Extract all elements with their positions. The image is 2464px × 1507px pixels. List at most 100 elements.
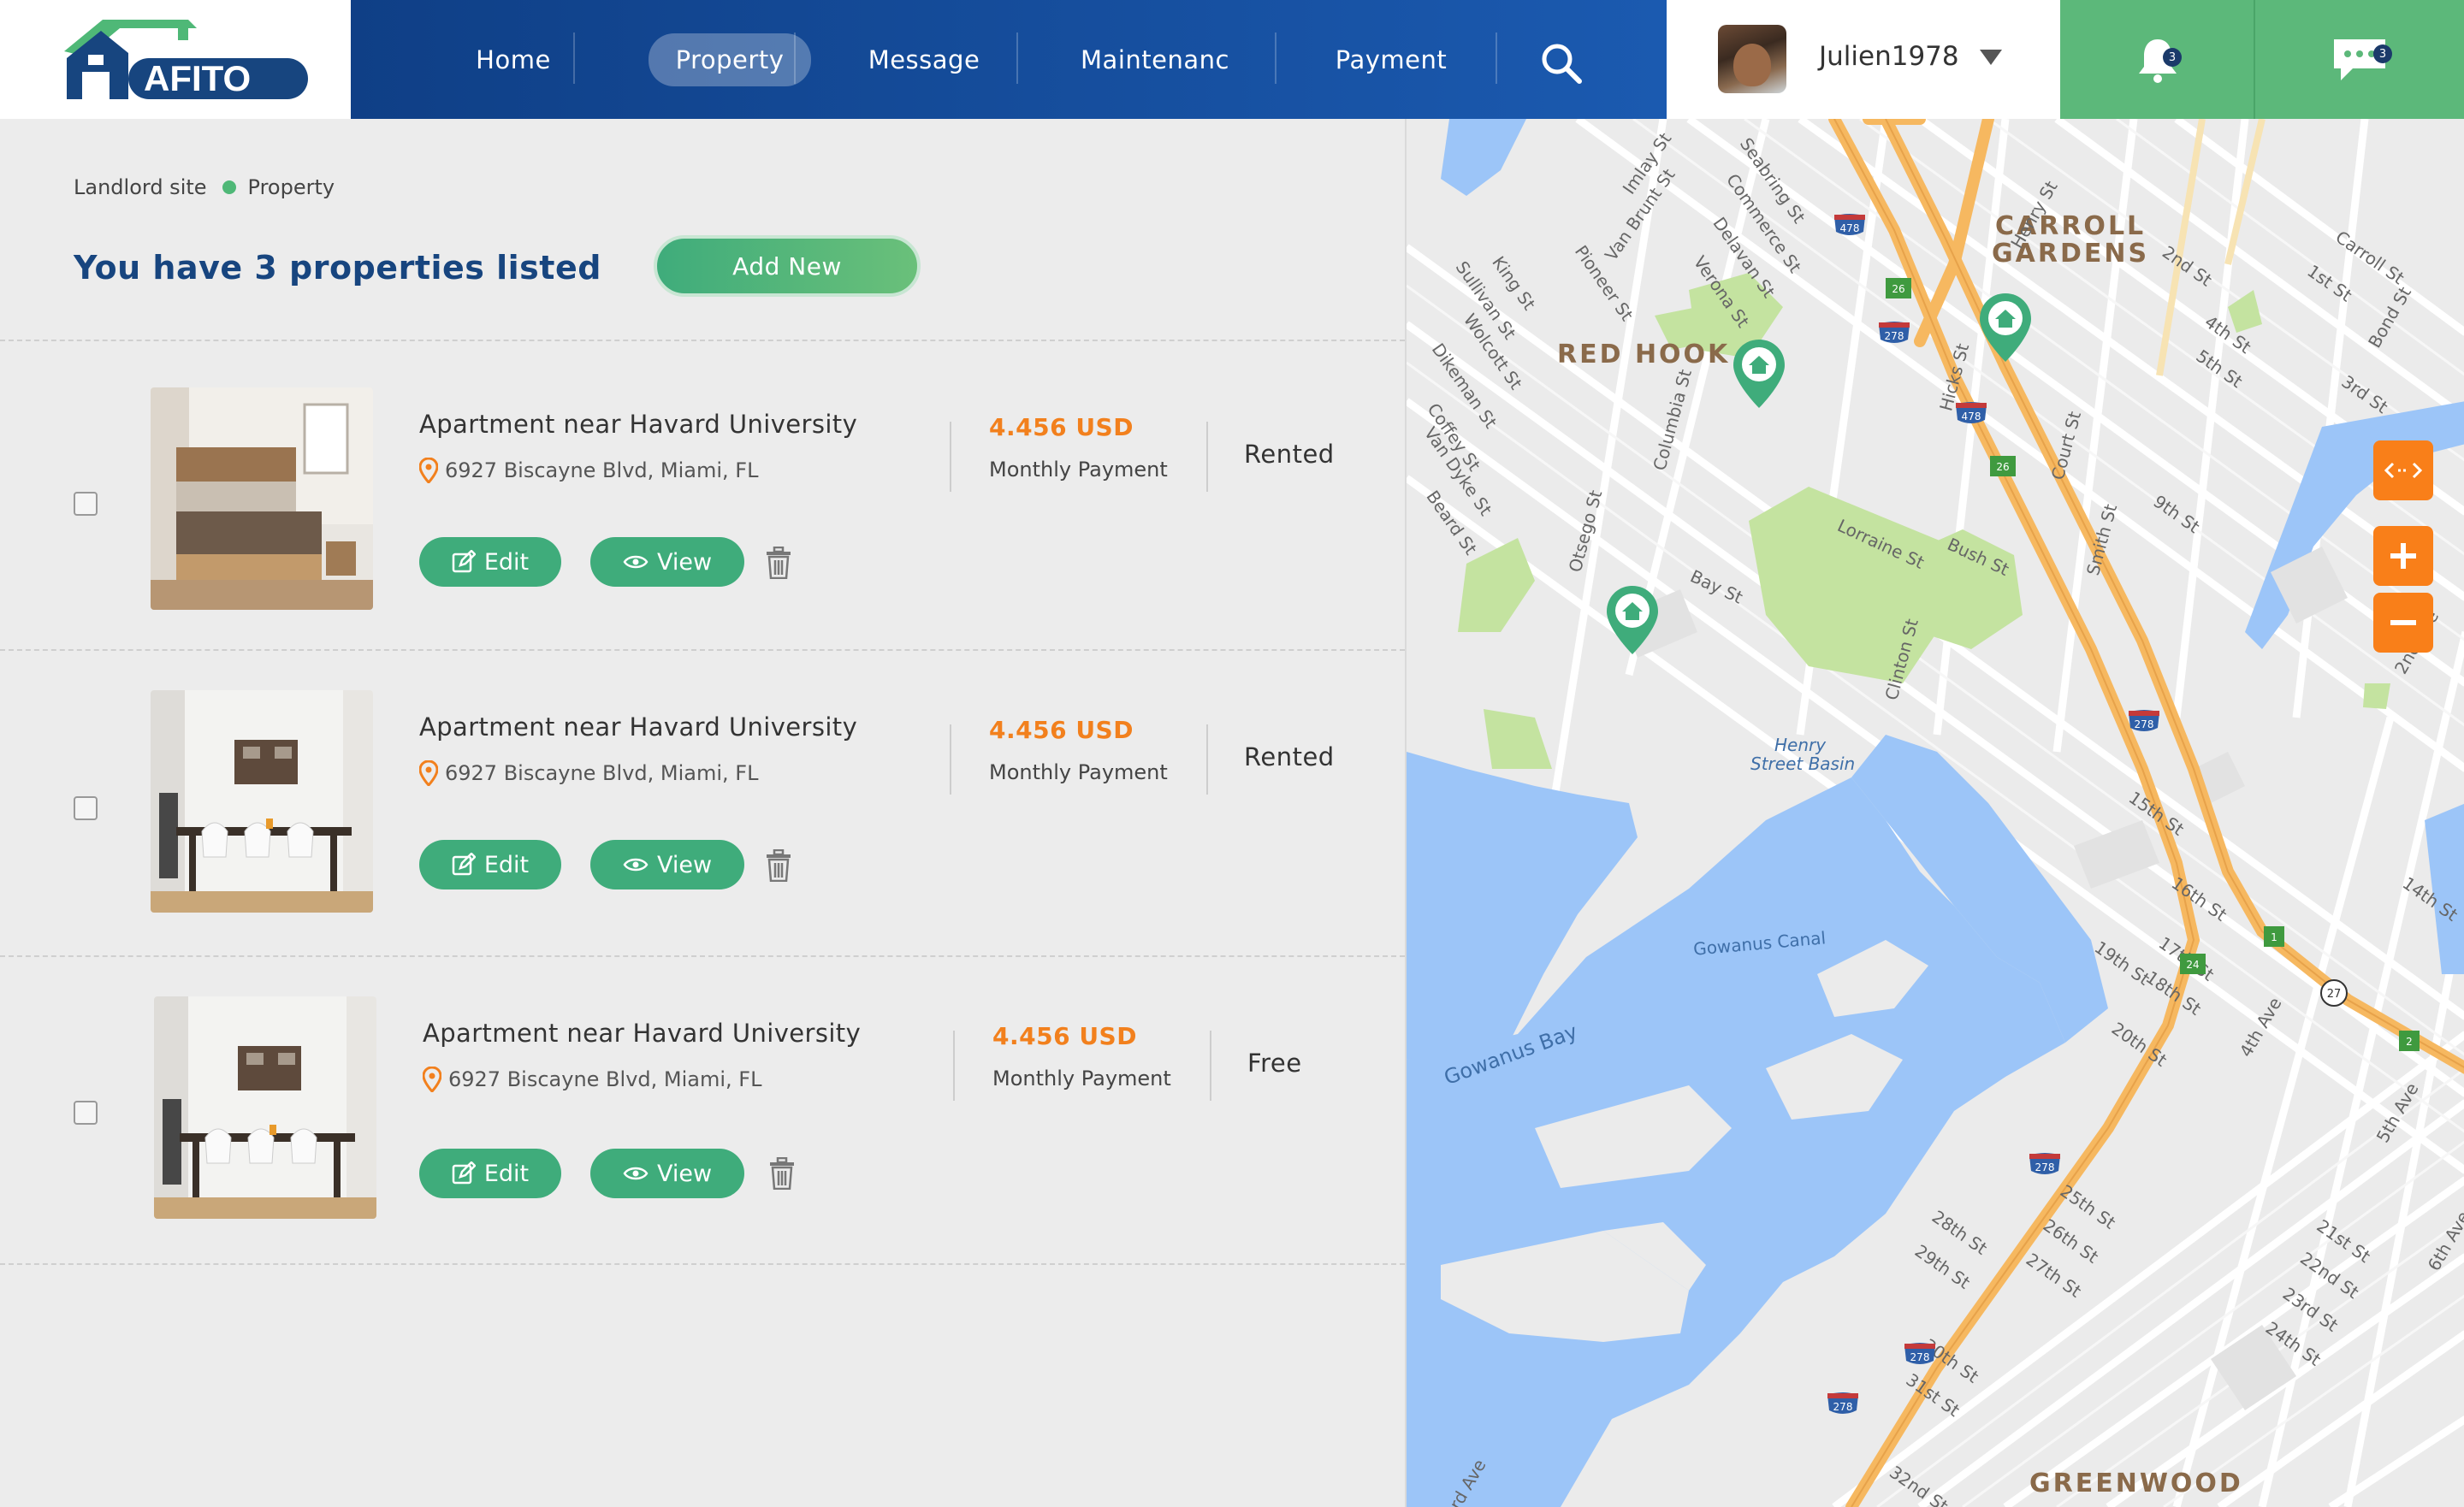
nav-home[interactable]: Home (402, 0, 625, 119)
edit-icon (452, 550, 476, 573)
notifications-button[interactable]: 3 (2060, 0, 2254, 119)
view-button[interactable]: View (590, 840, 744, 889)
price-label: Monthly Payment (989, 458, 1168, 482)
svg-text:1: 1 (2271, 931, 2277, 943)
zoom-out-button[interactable] (2373, 593, 2433, 653)
breadcrumb-dot-icon (222, 180, 236, 194)
status-badge: Rented (1244, 742, 1335, 771)
exit-sign-icon: 1 (2264, 926, 2284, 947)
location-pin-icon (419, 760, 438, 786)
exit-sign-icon: 26 (1886, 278, 1911, 298)
map-area-label: RED HOOK (1557, 340, 1731, 369)
property-title[interactable]: Apartment near Havard University (419, 712, 857, 742)
edit-button[interactable]: Edit (419, 537, 561, 587)
property-title[interactable]: Apartment near Havard University (419, 410, 857, 439)
view-label: View (656, 548, 713, 576)
row-checkbox[interactable] (74, 492, 98, 516)
status-badge: Rented (1244, 440, 1335, 469)
price-label: Monthly Payment (992, 1067, 1171, 1090)
view-button[interactable]: View (590, 1149, 744, 1198)
svg-text:27: 27 (2327, 988, 2342, 1001)
property-photo[interactable] (154, 996, 376, 1219)
property-marker[interactable] (1978, 292, 2033, 363)
address-text: 6927 Biscayne Blvd, Miami, FL (448, 1067, 762, 1091)
trash-icon[interactable] (768, 1157, 796, 1190)
map-view[interactable]: CARROLL GARDENS RED HOOK GREENWOOD Gowan… (1405, 119, 2464, 1507)
nav-message[interactable]: Message (813, 0, 1035, 119)
property-marker[interactable] (1732, 338, 1786, 410)
svg-text:2: 2 (2406, 1036, 2413, 1048)
nav-payment-label: Payment (1335, 44, 1448, 74)
trash-icon[interactable] (765, 547, 792, 579)
edit-label: Edit (483, 1160, 530, 1187)
interstate-shield-icon: 278 (1904, 1343, 1935, 1364)
page-title: You have 3 properties listed (74, 249, 601, 287)
property-photo[interactable] (151, 690, 373, 913)
add-new-button[interactable]: Add New (654, 235, 921, 297)
logo[interactable]: AFITO (0, 0, 351, 119)
map-expand-button[interactable] (2373, 440, 2433, 500)
interstate-shield-icon: 478 (1834, 214, 1865, 235)
svg-text:26: 26 (1996, 461, 2009, 473)
location-pin-icon (419, 458, 438, 483)
messages-button[interactable]: 3 (2255, 0, 2464, 119)
list-divider (0, 1263, 1405, 1265)
user-menu[interactable]: Julien1978 (1667, 0, 2060, 119)
row-checkbox[interactable] (74, 1101, 98, 1125)
property-row: Apartment near Havard University 6927 Bi… (0, 649, 1405, 953)
exit-sign-icon: 26 (1990, 456, 2016, 476)
exit-sign-icon: 2 (2399, 1031, 2420, 1051)
eye-icon (623, 858, 649, 872)
dining-room-image (154, 996, 376, 1219)
price: 4.456 USD (989, 716, 1134, 744)
eye-icon (623, 555, 649, 569)
interstate-shield-icon: 278 (2129, 710, 2159, 731)
property-address: 6927 Biscayne Blvd, Miami, FL (423, 1067, 761, 1092)
map-area-label: GREENWOOD (2029, 1469, 2243, 1498)
property-address: 6927 Biscayne Blvd, Miami, FL (419, 760, 758, 786)
column-separator (1210, 1031, 1211, 1101)
search-button[interactable] (1536, 38, 1587, 89)
map-water-label: Henry (1774, 735, 1827, 755)
column-separator (950, 724, 951, 795)
nav-separator (573, 33, 575, 84)
view-label: View (656, 1160, 713, 1187)
nav-payment[interactable]: Payment (1280, 0, 1502, 119)
nav-separator (1275, 33, 1276, 84)
map-water-label: Street Basin (1750, 754, 1856, 774)
property-row: Apartment near Havard University 6927 Bi… (0, 341, 1405, 645)
interstate-shield-icon: 278 (1827, 1392, 1858, 1414)
svg-text:478: 478 (1840, 222, 1860, 234)
trash-icon[interactable] (765, 849, 792, 882)
interstate-shield-icon: 278 (1879, 322, 1910, 343)
edit-icon (452, 1161, 476, 1185)
column-separator (950, 422, 951, 492)
property-title[interactable]: Apartment near Havard University (423, 1019, 861, 1048)
property-photo[interactable] (151, 387, 373, 610)
edit-button[interactable]: Edit (419, 1149, 561, 1198)
avatar[interactable] (1718, 25, 1786, 93)
price: 4.456 USD (992, 1022, 1137, 1050)
chevron-down-icon[interactable] (1980, 50, 2002, 65)
main-nav: Home Property Message Maintenanc Payment (351, 0, 1667, 119)
svg-text:278: 278 (2035, 1161, 2055, 1173)
zoom-in-button[interactable] (2373, 526, 2433, 586)
nav-maintenance[interactable]: Maintenanc (1027, 0, 1283, 119)
expand-arrows-icon (2384, 462, 2422, 479)
nav-message-label: Message (868, 44, 980, 74)
row-checkbox[interactable] (74, 796, 98, 820)
edit-button[interactable]: Edit (419, 840, 561, 889)
property-marker[interactable] (1605, 584, 1660, 656)
interstate-shield-icon: 478 (1956, 402, 1987, 423)
breadcrumb-root[interactable]: Landlord site (74, 175, 207, 199)
eye-icon (623, 1167, 649, 1180)
view-button[interactable]: View (590, 537, 744, 587)
minus-icon (2390, 620, 2416, 625)
svg-text:278: 278 (1910, 1351, 1930, 1363)
nav-separator (1496, 33, 1497, 84)
address-text: 6927 Biscayne Blvd, Miami, FL (445, 458, 759, 482)
view-label: View (656, 851, 713, 878)
svg-text:24: 24 (2186, 959, 2199, 971)
column-separator (1206, 724, 1208, 795)
search-icon (1542, 44, 1582, 84)
